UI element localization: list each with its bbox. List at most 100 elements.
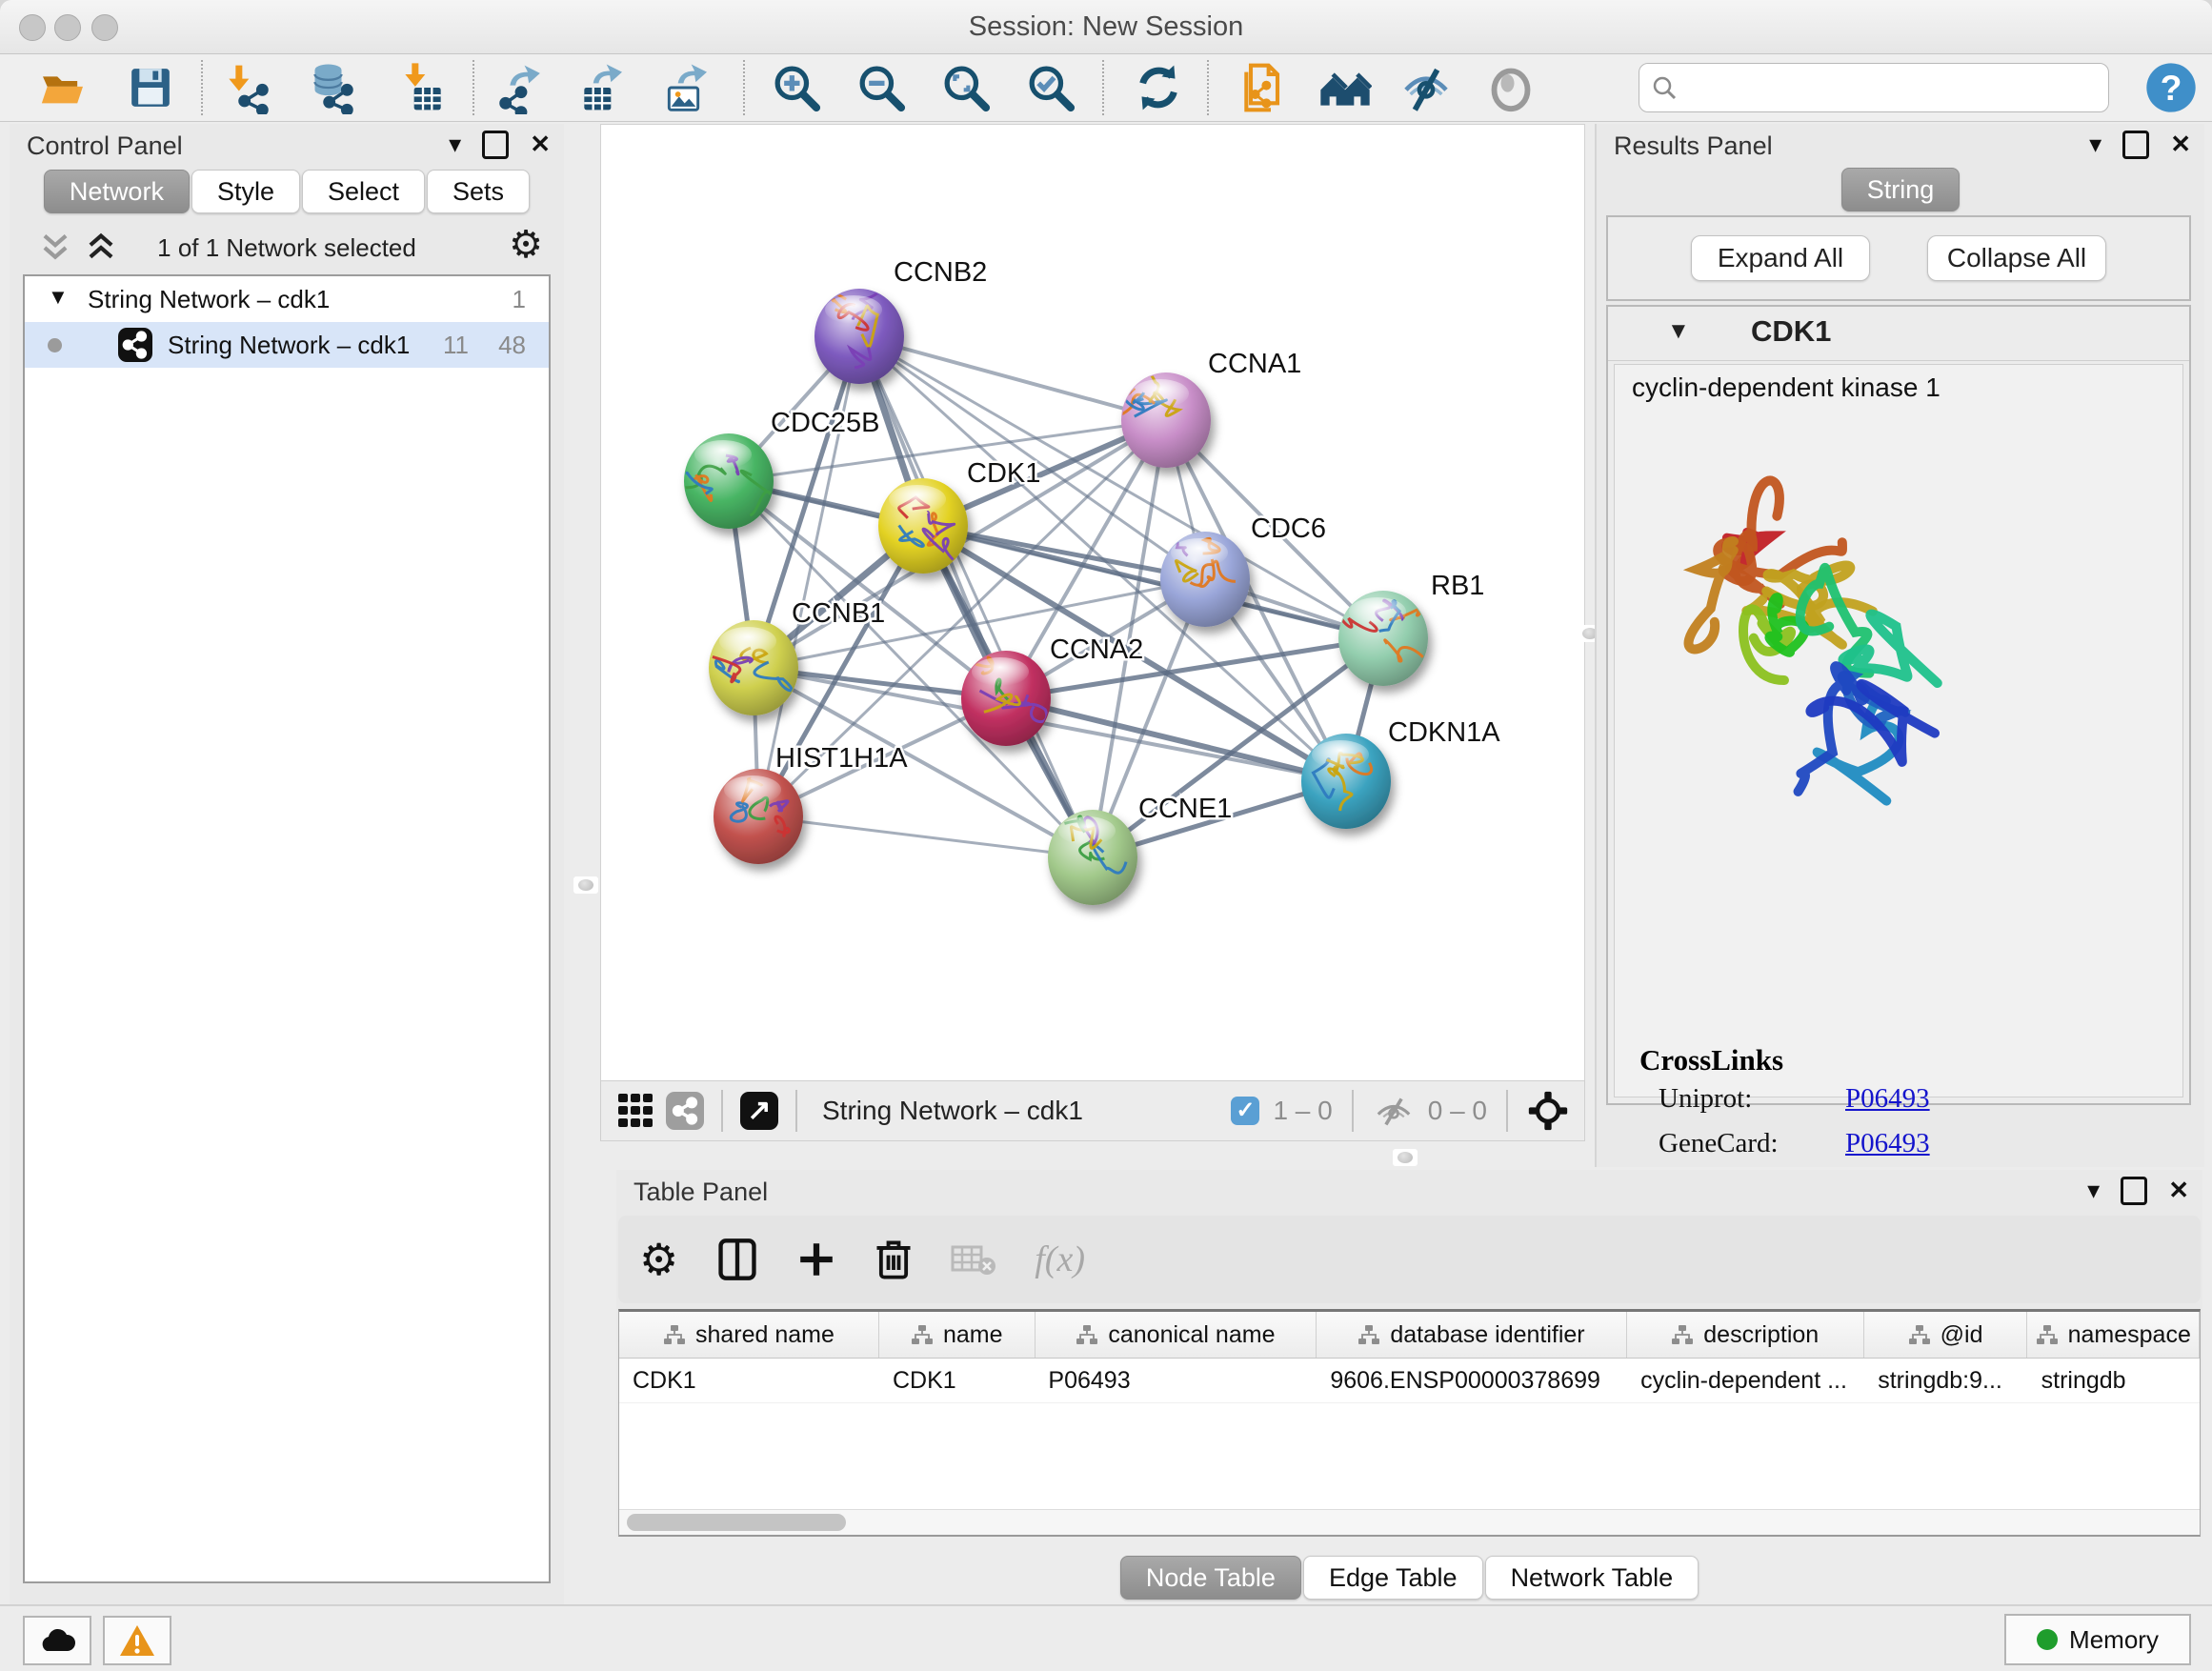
import-network-from-file-icon[interactable] — [220, 61, 273, 114]
panel-float-icon[interactable] — [2121, 1177, 2147, 1205]
collapse-all-button[interactable]: Collapse All — [1927, 235, 2106, 281]
gene-symbol: CDK1 — [1751, 314, 1831, 349]
delete-column-icon[interactable] — [875, 1238, 913, 1281]
status-bar: Memory — [0, 1604, 2212, 1671]
table-options-gear-icon[interactable]: ⚙ — [639, 1234, 678, 1285]
panel-close-icon[interactable]: ✕ — [2170, 130, 2191, 159]
tab-edge-table[interactable]: Edge Table — [1303, 1556, 1483, 1600]
gene-section-header[interactable]: ▼ CDK1 — [1608, 307, 2189, 361]
panel-menu-icon[interactable]: ▾ — [2089, 130, 2101, 159]
tab-network-table[interactable]: Network Table — [1485, 1556, 1699, 1600]
birdseye-view-icon[interactable]: ↗ — [740, 1092, 778, 1130]
network-node-HIST1H1A[interactable]: HIST1H1A — [714, 743, 908, 864]
panel-float-icon[interactable] — [482, 131, 509, 159]
node-label: CCNA1 — [1208, 349, 1301, 379]
toolbar-separator — [1506, 1090, 1508, 1132]
gene-collapse-icon[interactable]: ▼ — [1667, 318, 1690, 345]
network-edge[interactable] — [859, 336, 1093, 857]
network-edge[interactable] — [758, 816, 1093, 857]
table-row[interactable]: CDK1CDK1P064939606.ENSP00000378699cyclin… — [619, 1359, 2200, 1403]
network-share-view-icon[interactable] — [666, 1092, 704, 1130]
export-table-icon[interactable] — [575, 61, 629, 114]
column-type-icon — [663, 1323, 686, 1346]
column-header-description[interactable]: description — [1627, 1312, 1864, 1358]
column-header-database-identifier[interactable]: database identifier — [1317, 1312, 1626, 1358]
cloud-button[interactable] — [23, 1616, 91, 1665]
tab-sets[interactable]: Sets — [427, 170, 530, 213]
save-session-icon[interactable] — [124, 61, 177, 114]
network-node-CCNB1[interactable]: CCNB1 — [709, 598, 885, 715]
selected-checkbox-icon[interactable]: ✓ — [1231, 1097, 1259, 1125]
hidden-eye-icon — [1373, 1094, 1415, 1128]
network-row-selected[interactable]: String Network – cdk1 11 48 — [25, 322, 549, 368]
network-view-title: String Network – cdk1 — [822, 1096, 1083, 1126]
crosslink-link[interactable]: P06493 — [1845, 1128, 1930, 1159]
table-cell: cyclin-dependent ... — [1627, 1359, 1864, 1402]
open-session-icon[interactable] — [36, 61, 90, 114]
collection-expand-icon[interactable]: ▼ — [48, 285, 69, 310]
zoom-fit-icon[interactable] — [939, 61, 993, 114]
crosslink-link[interactable]: P06493 — [1845, 1083, 1930, 1115]
export-network-icon[interactable] — [494, 61, 548, 114]
string-import-icon[interactable] — [1237, 61, 1291, 114]
warnings-button[interactable] — [103, 1616, 171, 1665]
grid-view-icon[interactable] — [616, 1092, 654, 1130]
import-table-from-file-icon[interactable] — [396, 61, 450, 114]
tab-network[interactable]: Network — [44, 170, 190, 213]
network-node-count: 11 — [443, 331, 469, 360]
search-input[interactable] — [1689, 68, 2093, 108]
show-columns-icon[interactable] — [716, 1237, 758, 1282]
panel-menu-icon[interactable]: ▾ — [2087, 1176, 2100, 1205]
network-edge-count: 48 — [498, 331, 526, 360]
network-collection-row[interactable]: ▼ String Network – cdk1 1 — [25, 276, 549, 322]
import-network-from-database-icon[interactable] — [305, 61, 358, 114]
panel-menu-icon[interactable]: ▾ — [449, 130, 461, 159]
tab-string[interactable]: String — [1841, 168, 1961, 211]
crosslink-row: GeneCard:P06493 — [1615, 1122, 2182, 1167]
export-image-icon[interactable] — [660, 61, 714, 114]
hide-selected-icon[interactable] — [1399, 61, 1453, 114]
help-icon[interactable]: ? — [2144, 61, 2198, 114]
zoom-in-icon[interactable] — [770, 61, 823, 114]
column-header-shared-name[interactable]: shared name — [619, 1312, 879, 1358]
network-node-RB1[interactable]: RB1 — [1338, 571, 1484, 686]
table-hscrollbar-thumb[interactable] — [627, 1514, 846, 1531]
pan-crosshair-icon[interactable] — [1527, 1090, 1569, 1132]
network-options-gear-icon[interactable]: ⚙ — [509, 223, 543, 267]
network-node-CDKN1A[interactable]: CDKN1A — [1301, 717, 1500, 829]
show-all-icon[interactable] — [1484, 61, 1538, 114]
column-header-@id[interactable]: @id — [1864, 1312, 2028, 1358]
tab-node-table[interactable]: Node Table — [1120, 1556, 1301, 1600]
titlebar: Session: New Session — [0, 0, 2212, 54]
search-field[interactable] — [1639, 63, 2109, 112]
panel-float-icon[interactable] — [2122, 131, 2149, 159]
table-hscrollbar[interactable] — [619, 1509, 2200, 1535]
network-share-icon — [118, 328, 152, 362]
node-label: CCNB2 — [894, 257, 987, 288]
column-header-canonical-name[interactable]: canonical name — [1036, 1312, 1317, 1358]
refresh-icon[interactable] — [1132, 61, 1185, 114]
zoom-selected-icon[interactable] — [1024, 61, 1077, 114]
zoom-out-icon[interactable] — [855, 61, 908, 114]
hidden-counts: 0 – 0 — [1428, 1096, 1487, 1126]
panel-close-icon[interactable]: ✕ — [530, 130, 551, 159]
expand-all-button[interactable]: Expand All — [1691, 235, 1870, 281]
table-panel-title: Table Panel — [633, 1178, 768, 1207]
bottom-splitter-handle[interactable] — [1393, 1149, 1418, 1166]
panel-close-icon[interactable]: ✕ — [2168, 1176, 2189, 1205]
string-network-graph[interactable]: CCNB2CCNA1CDC25BCDK1CDC6RB1CCNB1CCNA2CDK… — [601, 125, 1584, 1081]
column-header-namespace[interactable]: namespace — [2027, 1312, 2200, 1358]
memory-button[interactable]: Memory — [2004, 1614, 2191, 1665]
network-node-CCNA1[interactable]: CCNA1 — [1116, 349, 1301, 468]
tab-select[interactable]: Select — [302, 170, 425, 213]
left-splitter-handle[interactable] — [573, 876, 598, 894]
column-header-name[interactable]: name — [879, 1312, 1036, 1358]
table-cell: P06493 — [1035, 1359, 1317, 1402]
homes-icon[interactable] — [1318, 61, 1372, 114]
toolbar-separator — [1207, 60, 1209, 115]
tab-style[interactable]: Style — [191, 170, 300, 213]
crosslink-label: Uniprot: — [1659, 1083, 1752, 1115]
add-column-icon[interactable] — [796, 1239, 836, 1279]
network-canvas[interactable]: CCNB2CCNA1CDC25BCDK1CDC6RB1CCNB1CCNA2CDK… — [600, 124, 1585, 1082]
network-node-CCNE1[interactable]: CCNE1 — [1048, 794, 1232, 905]
